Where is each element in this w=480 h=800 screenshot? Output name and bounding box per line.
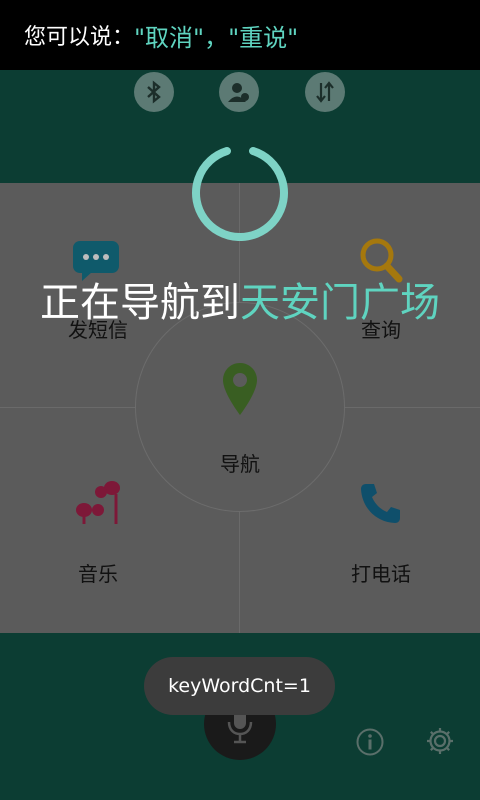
toast-message: keyWordCnt=1 bbox=[144, 657, 335, 715]
contact-toggle[interactable] bbox=[219, 72, 259, 112]
prompt-prefix: 您可以说： bbox=[24, 25, 135, 50]
location-pin-icon[interactable] bbox=[222, 362, 258, 416]
bluetooth-toggle[interactable] bbox=[134, 72, 174, 112]
navigation-status-text: 正在导航到天安门广场 bbox=[0, 270, 480, 328]
loading-spinner bbox=[192, 147, 288, 241]
prompt-option-cancel: "取消" bbox=[134, 23, 205, 52]
contact-icon bbox=[228, 83, 249, 102]
prompt-separator: ， bbox=[204, 23, 229, 52]
earphones-icon[interactable] bbox=[74, 478, 124, 526]
data-transfer-icon bbox=[316, 81, 334, 103]
gear-icon[interactable] bbox=[425, 726, 455, 756]
call-label[interactable]: 打电话 bbox=[351, 558, 411, 587]
data-transfer-toggle[interactable] bbox=[305, 72, 345, 112]
phone-icon[interactable] bbox=[360, 482, 402, 524]
bluetooth-icon bbox=[147, 80, 161, 104]
nav-label[interactable]: 导航 bbox=[220, 448, 260, 477]
info-icon[interactable] bbox=[356, 728, 384, 756]
nav-destination: 天安门广场 bbox=[240, 280, 440, 326]
nav-status-prefix: 正在导航到 bbox=[40, 280, 240, 326]
voice-prompt-bar: 您可以说： "取消" ， "重说" bbox=[0, 0, 480, 70]
prompt-option-retry: "重说" bbox=[228, 23, 299, 52]
music-label[interactable]: 音乐 bbox=[78, 558, 118, 587]
